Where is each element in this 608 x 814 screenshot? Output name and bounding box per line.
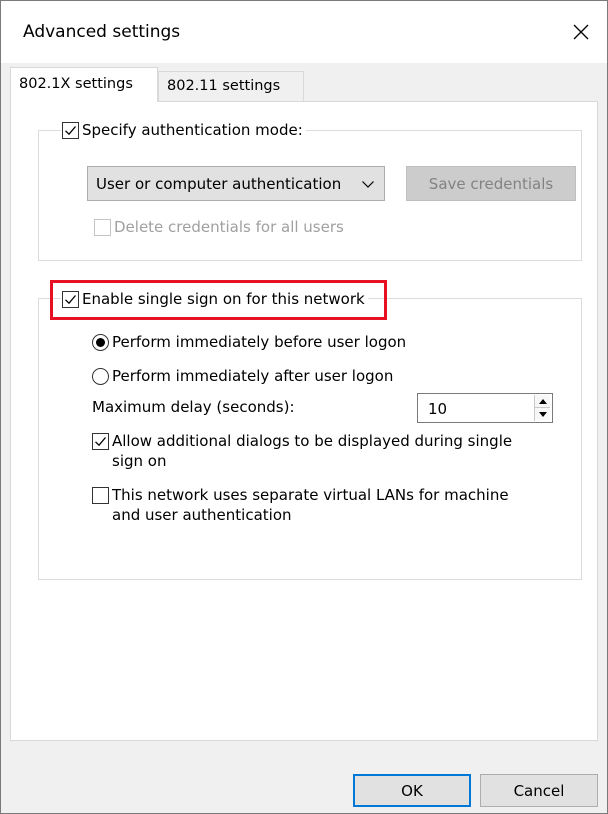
save-credentials-label: Save credentials: [428, 174, 554, 193]
allow-additional-dialogs-label-line1: Allow additional dialogs to be displayed…: [112, 432, 513, 450]
separate-vlans-label: This network uses separate virtual LANs …: [112, 485, 509, 525]
checkmark-icon: [65, 294, 76, 304]
dialog-title: Advanced settings: [23, 22, 181, 42]
spin-down-arrow-icon: [538, 411, 547, 417]
perform-after-logon-radio[interactable]: [92, 368, 109, 385]
tab-802-1x-settings[interactable]: 802.1X settings: [10, 67, 158, 102]
perform-after-logon-label: Perform immediately after user logon: [112, 367, 394, 385]
allow-additional-dialogs-label-line2: sign on: [112, 452, 167, 470]
separate-vlans-label-line1: This network uses separate virtual LANs …: [112, 486, 509, 504]
allow-additional-dialogs-checkbox[interactable]: [92, 433, 109, 450]
advanced-settings-dialog: Advanced settings 802.1X settings 802.11…: [0, 0, 608, 814]
ok-button[interactable]: OK: [353, 774, 471, 807]
perform-after-logon-row: Perform immediately after user logon: [92, 366, 393, 386]
enable-single-sign-on-checkbox[interactable]: [62, 290, 79, 308]
maximum-delay-spinner[interactable]: 10: [417, 393, 553, 423]
close-icon: [573, 24, 589, 40]
spin-down-button[interactable]: [535, 408, 550, 420]
separate-vlans-row: This network uses separate virtual LANs …: [92, 485, 509, 525]
specify-authentication-mode-legend: Specify authentication mode:: [61, 120, 306, 140]
authentication-mode-selected-value: User or computer authentication: [96, 174, 342, 193]
tab-label: 802.1X settings: [19, 76, 133, 92]
checkmark-icon: [65, 125, 76, 135]
chevron-down-icon: [362, 181, 374, 188]
save-credentials-button[interactable]: Save credentials: [406, 166, 576, 201]
cancel-button[interactable]: Cancel: [480, 774, 598, 807]
delete-credentials-checkbox[interactable]: [94, 219, 111, 236]
maximum-delay-row: Maximum delay (seconds):: [92, 397, 295, 417]
enable-single-sign-on-label: Enable single sign on for this network: [82, 290, 365, 308]
spin-up-arrow-icon: [538, 398, 547, 404]
tab-802-11-settings[interactable]: 802.11 settings: [158, 71, 304, 101]
delete-credentials-row: Delete credentials for all users: [94, 217, 344, 237]
perform-before-logon-row: Perform immediately before user logon: [92, 332, 406, 352]
allow-additional-dialogs-label: Allow additional dialogs to be displayed…: [112, 431, 512, 471]
specify-authentication-mode-checkbox[interactable]: [62, 121, 79, 139]
separate-vlans-label-line2: and user authentication: [112, 506, 292, 524]
authentication-mode-dropdown[interactable]: User or computer authentication: [87, 166, 385, 201]
delete-credentials-label: Delete credentials for all users: [114, 218, 344, 236]
perform-before-logon-radio[interactable]: [92, 334, 109, 351]
specify-authentication-mode-label: Specify authentication mode:: [82, 121, 303, 139]
radio-selected-dot: [96, 338, 105, 347]
maximum-delay-label: Maximum delay (seconds):: [92, 398, 295, 416]
perform-before-logon-label: Perform immediately before user logon: [112, 333, 407, 351]
tab-label: 802.11 settings: [167, 78, 281, 94]
title-bar: Advanced settings: [1, 1, 607, 63]
separate-vlans-checkbox[interactable]: [92, 487, 109, 504]
spinner-buttons: [534, 395, 551, 421]
enable-single-sign-on-legend: Enable single sign on for this network: [61, 289, 368, 309]
ok-label: OK: [401, 781, 423, 800]
allow-additional-dialogs-row: Allow additional dialogs to be displayed…: [92, 431, 512, 471]
close-button[interactable]: [555, 1, 607, 63]
checkmark-icon: [95, 437, 106, 447]
cancel-label: Cancel: [513, 781, 565, 800]
spin-up-button[interactable]: [535, 395, 550, 408]
maximum-delay-value: 10: [428, 400, 448, 418]
